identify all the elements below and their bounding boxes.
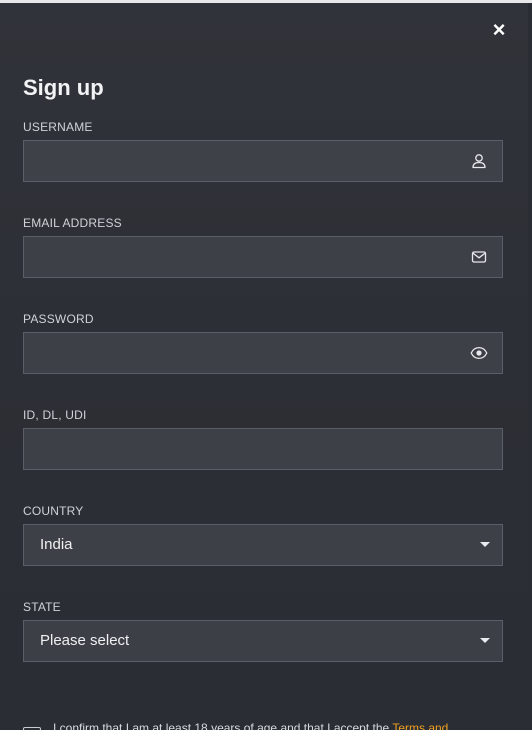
mail-icon bbox=[471, 251, 487, 263]
password-label: PASSWORD bbox=[23, 312, 94, 326]
country-select[interactable]: India bbox=[23, 524, 503, 566]
page-title: Sign up bbox=[23, 75, 104, 100]
username-field-wrapper bbox=[23, 140, 503, 182]
eye-icon[interactable] bbox=[470, 344, 488, 362]
id-label: ID, DL, UDI bbox=[23, 408, 87, 422]
state-label: STATE bbox=[23, 600, 61, 614]
password-input[interactable] bbox=[24, 333, 502, 373]
id-field-wrapper bbox=[23, 428, 503, 470]
state-selected-value: Please select bbox=[40, 632, 130, 649]
id-input[interactable] bbox=[24, 429, 502, 469]
state-select[interactable]: Please select bbox=[23, 620, 503, 662]
email-label: EMAIL ADDRESS bbox=[23, 216, 122, 230]
close-button[interactable]: × bbox=[490, 19, 508, 41]
age-terms-label: I confirm that I am at least 18 years of… bbox=[53, 721, 448, 730]
age-terms-text: I confirm that I am at least 18 years of… bbox=[53, 721, 393, 730]
signup-modal: × Sign up USERNAME EMAIL ADDRESS PASSWOR… bbox=[0, 3, 528, 730]
close-icon: × bbox=[492, 17, 506, 42]
username-input[interactable] bbox=[24, 141, 502, 181]
email-input[interactable] bbox=[24, 237, 502, 277]
country-selected-value: India bbox=[40, 536, 73, 553]
country-label: COUNTRY bbox=[23, 504, 84, 518]
chevron-down-icon bbox=[480, 542, 490, 547]
email-field-wrapper bbox=[23, 236, 503, 278]
password-field-wrapper bbox=[23, 332, 503, 374]
chevron-down-icon bbox=[480, 638, 490, 643]
user-icon bbox=[472, 154, 486, 169]
username-label: USERNAME bbox=[23, 120, 93, 134]
terms-link[interactable]: Terms and bbox=[392, 721, 448, 730]
